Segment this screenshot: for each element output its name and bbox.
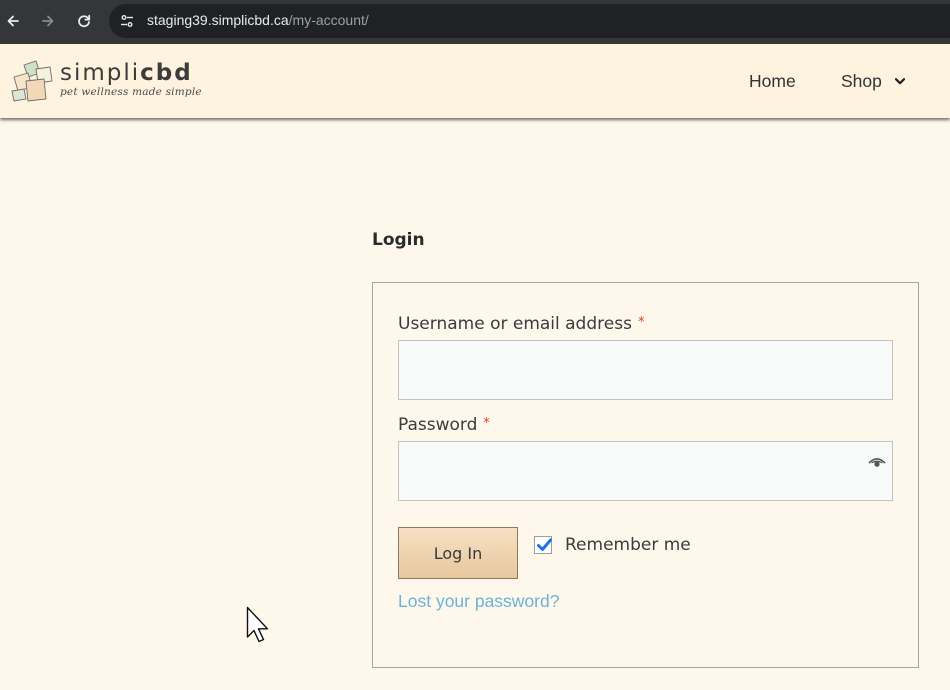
address-bar[interactable]: staging39.simplicbd.ca/my-account/ — [109, 4, 950, 38]
login-heading: Login — [372, 230, 425, 250]
password-input[interactable] — [398, 441, 893, 501]
mouse-pointer-icon — [246, 606, 269, 643]
brand-wordmark[interactable]: simplicbd — [60, 60, 193, 86]
back-arrow-icon — [7, 15, 19, 27]
brand-tagline: pet wellness made simple — [60, 86, 202, 98]
lost-password-link[interactable]: Lost your password? — [398, 591, 559, 611]
username-label: Username or email address * — [398, 314, 644, 336]
required-marker: * — [637, 315, 645, 330]
remember-me-label[interactable]: Remember me — [565, 535, 691, 555]
remember-me-checkbox[interactable] — [534, 536, 552, 554]
password-label: Password * — [398, 415, 490, 437]
reload-icon — [78, 14, 91, 28]
checkmark-icon — [537, 538, 552, 551]
back-button[interactable] — [0, 8, 26, 34]
login-button[interactable]: Log In — [398, 527, 518, 579]
forward-arrow-icon — [42, 15, 54, 27]
login-form: Username or email address * Password * Log… — [372, 282, 919, 668]
browser-toolbar: staging39.simplicbd.ca/my-account/ — [0, 0, 950, 44]
nav-shop[interactable]: Shop — [841, 71, 905, 91]
chevron-down-icon — [894, 77, 905, 84]
password-label-text: Password — [398, 415, 478, 435]
site-info-icon[interactable] — [119, 13, 135, 29]
url-host: staging39.simplicbd.ca — [147, 12, 289, 28]
logo-mark-icon[interactable] — [10, 59, 56, 103]
nav-shop-label: Shop — [841, 71, 882, 91]
url-text[interactable]: staging39.simplicbd.ca/my-account/ — [147, 12, 369, 29]
username-label-text: Username or email address — [398, 314, 632, 334]
nav-home[interactable]: Home — [749, 71, 796, 91]
required-marker: * — [483, 416, 490, 431]
username-input[interactable] — [398, 340, 893, 400]
brand-part-1: simpli — [60, 60, 141, 86]
reload-button[interactable] — [71, 8, 97, 34]
url-path: /my-account/ — [288, 12, 369, 28]
forward-button[interactable] — [35, 8, 61, 34]
show-password-eye-icon[interactable] — [868, 456, 886, 470]
site-header: simplicbd pet wellness made simple Home … — [0, 44, 950, 118]
brand-part-2: cbd — [140, 60, 193, 86]
